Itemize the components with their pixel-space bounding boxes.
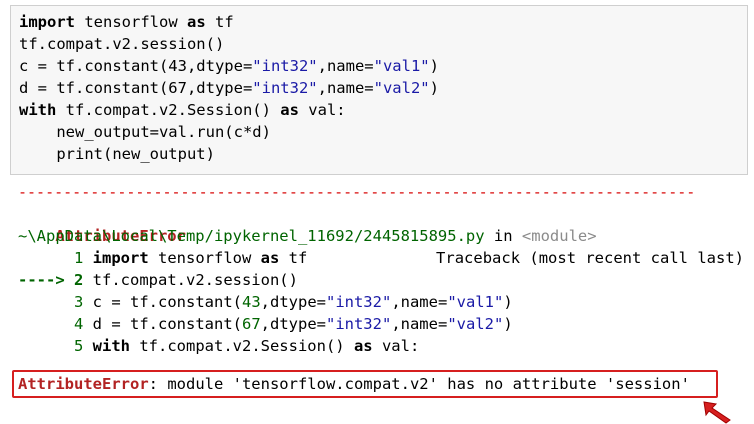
- traceback-header: AttributeError Traceback (most recent ca…: [18, 203, 744, 267]
- code-line-6: new_output=val.run(c*d): [19, 123, 271, 141]
- code-line-1: import tensorflow as tf: [19, 13, 234, 31]
- error-highlight-box: [12, 370, 718, 398]
- code-line-7: print(new_output): [19, 145, 215, 163]
- traceback-line-1: 1 import tensorflow as tf: [18, 249, 308, 267]
- code-line-4: d = tf.constant(67,dtype="int32",name="v…: [19, 79, 439, 97]
- code-line-2: tf.compat.v2.session(): [19, 35, 225, 53]
- module-name: <module>: [521, 227, 597, 245]
- separator-line: ----------------------------------------…: [18, 183, 696, 201]
- code-line-3: c = tf.constant(43,dtype="int32",name="v…: [19, 57, 439, 75]
- traceback-line-4: 4 d = tf.constant(67,dtype="int32",name=…: [18, 315, 513, 333]
- traceback-file: ~\AppData\Local\Temp/ipykernel_11692/244…: [18, 227, 597, 245]
- traceback-label: Traceback (most recent call last): [436, 249, 744, 267]
- pointer-arrow-icon: [703, 401, 731, 424]
- code-line-5: with tf.compat.v2.Session() as val:: [19, 101, 346, 119]
- traceback-line-2: ----> 2 tf.compat.v2.session(): [18, 271, 298, 289]
- error-arrow: ----> 2: [18, 271, 84, 289]
- traceback-line-5: 5 with tf.compat.v2.Session() as val:: [18, 337, 420, 355]
- code-input-cell[interactable]: import tensorflow as tf tf.compat.v2.ses…: [10, 5, 748, 175]
- file-path: ~\AppData\Local\Temp/ipykernel_11692/244…: [18, 227, 485, 245]
- traceback-line-3: 3 c = tf.constant(43,dtype="int32",name=…: [18, 293, 513, 311]
